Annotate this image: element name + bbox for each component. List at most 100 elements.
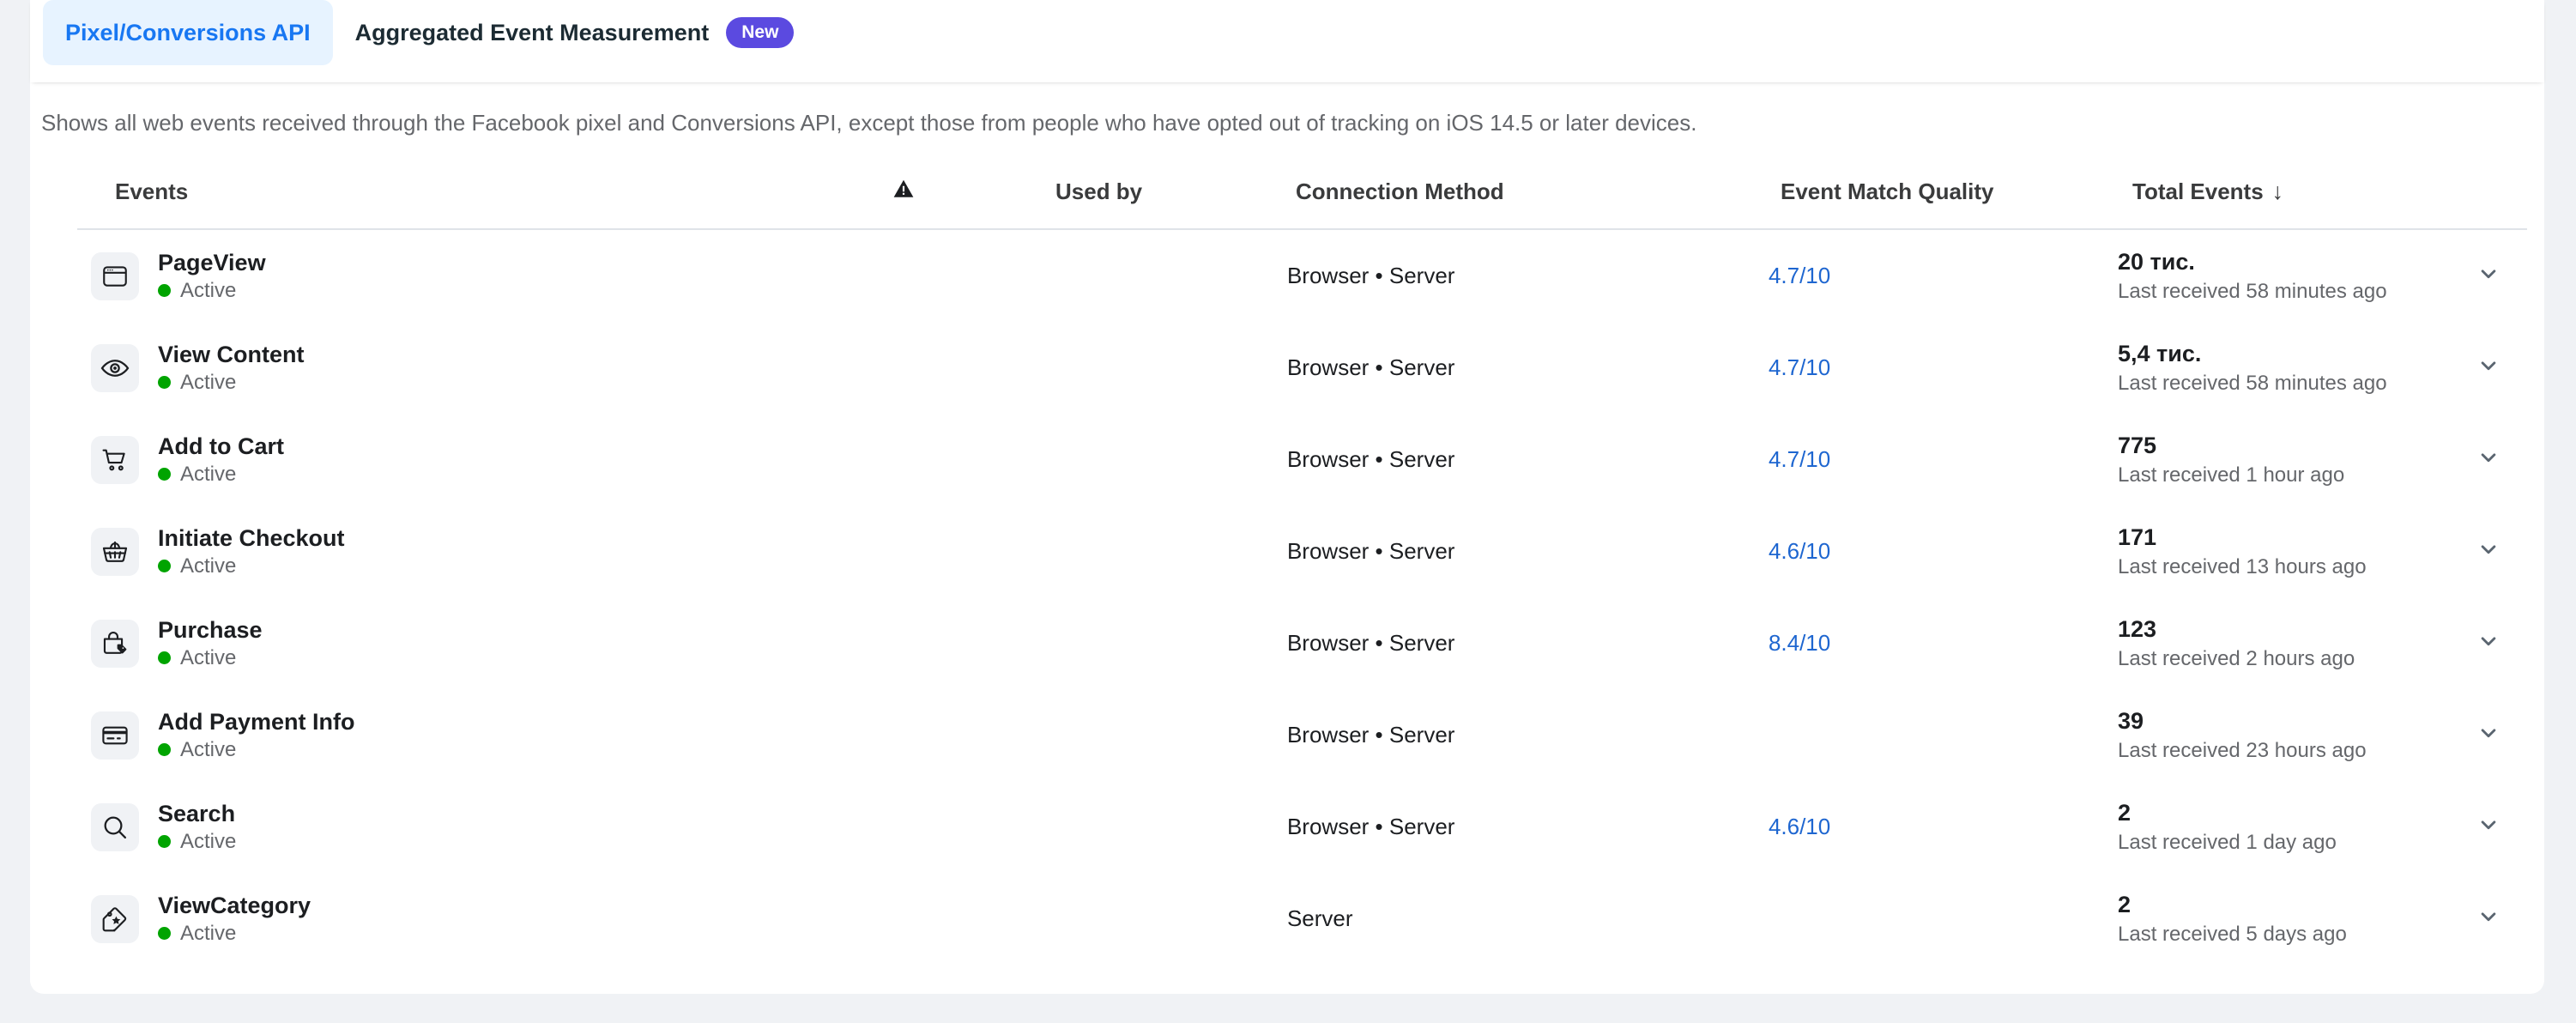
status-label: Active <box>180 278 237 302</box>
event-cell[interactable]: PageView Active <box>77 251 886 300</box>
chevron-down-icon[interactable] <box>2476 628 2501 658</box>
magnifier-icon <box>91 802 139 851</box>
table-row[interactable]: Add to Cart Active Browser • Server 4.7/10 7… <box>77 414 2527 505</box>
shopping-basket-icon <box>91 527 139 576</box>
event-match-quality-link[interactable]: 4.6/10 <box>1769 814 1830 839</box>
chevron-down-icon[interactable] <box>2476 720 2501 750</box>
expand-cell[interactable] <box>2476 536 2527 566</box>
status-badge: Active <box>158 554 345 578</box>
connection-method-cell: Browser • Server <box>1286 538 1455 564</box>
chevron-down-icon[interactable] <box>2476 812 2501 842</box>
total-events-cell: 123 Last received 2 hours ago <box>2118 617 2476 669</box>
status-dot-icon <box>158 284 171 298</box>
expand-cell[interactable] <box>2476 353 2527 383</box>
connection-method-cell: Browser • Server <box>1286 630 1455 656</box>
event-cell[interactable]: Add Payment Info Active <box>77 710 886 760</box>
event-cell[interactable]: Purchase Active <box>77 618 886 668</box>
chevron-down-icon[interactable] <box>2476 904 2501 934</box>
total-events-cell: 39 Last received 23 hours ago <box>2118 709 2476 761</box>
status-badge: Active <box>158 463 284 485</box>
column-header-total-events[interactable]: Total Events ↓ <box>2132 179 2493 205</box>
event-name: ViewCategory <box>158 893 311 919</box>
total-events-value: 2 <box>2118 892 2132 918</box>
event-cell[interactable]: ViewCategory Active <box>77 893 886 943</box>
credit-card-icon <box>91 711 139 760</box>
table-row[interactable]: Purchase Active Browser • Server 8.4/10 123 L… <box>77 597 2527 689</box>
column-header-total-events-label: Total Events <box>2132 178 2264 204</box>
status-badge: Active <box>158 923 311 944</box>
column-header-event-match-quality[interactable]: Event Match Quality <box>1781 179 2132 205</box>
status-label: Active <box>180 554 237 578</box>
event-match-quality-link[interactable]: 8.4/10 <box>1769 630 1830 656</box>
table-header-row: Events Used by Connection Method Event M… <box>77 154 2527 230</box>
event-cell[interactable]: Initiate Checkout Active <box>77 526 886 576</box>
table-row[interactable]: Initiate Checkout Active Browser • Server 4… <box>77 505 2527 597</box>
events-table: Events Used by Connection Method Event M… <box>77 154 2527 965</box>
expand-cell[interactable] <box>2476 720 2527 750</box>
event-cell[interactable]: Add to Cart Active <box>77 434 886 484</box>
event-match-quality-link[interactable]: 4.7/10 <box>1769 263 1830 288</box>
event-name: Purchase <box>158 617 263 644</box>
status-dot-icon <box>158 651 171 665</box>
status-badge: Active <box>158 647 263 669</box>
event-name: PageView <box>158 250 266 276</box>
connection-method-cell: Server <box>1286 905 1353 931</box>
event-name: Initiate Checkout <box>158 525 345 552</box>
table-row[interactable]: ViewCategory Active Server 2 Last received 5… <box>77 873 2527 965</box>
column-header-connection-method[interactable]: Connection Method <box>1296 179 1781 205</box>
status-badge: Active <box>158 737 355 761</box>
total-events-cell: 171 Last received 13 hours ago <box>2118 525 2476 578</box>
table-row[interactable]: View Content Active Browser • Server 4.7/10… <box>77 322 2527 414</box>
status-label: Active <box>180 370 237 394</box>
event-match-quality-cell: 4.7/10 <box>1769 446 2118 473</box>
status-badge: Active <box>158 831 236 852</box>
event-match-quality-cell: 4.7/10 <box>1769 354 2118 381</box>
table-row[interactable]: PageView Active Browser • Server 4.7/10 20 т… <box>77 230 2527 322</box>
column-header-warning[interactable] <box>892 178 1055 206</box>
card-description: Shows all web events received through th… <box>41 110 1697 136</box>
table-row[interactable]: Search Active Browser • Server 4.6/10 2 Last … <box>77 781 2527 873</box>
tab-label: Pixel/Conversions API <box>65 19 311 45</box>
expand-cell[interactable] <box>2476 904 2527 934</box>
expand-cell[interactable] <box>2476 261 2527 291</box>
shopping-bag-tag-icon <box>91 619 139 668</box>
total-events-cell: 2 Last received 1 day ago <box>2118 801 2476 853</box>
column-header-events[interactable]: Events <box>77 179 892 205</box>
status-dot-icon <box>158 468 171 481</box>
column-header-used-by[interactable]: Used by <box>1055 179 1296 205</box>
status-label: Active <box>180 737 237 761</box>
expand-cell[interactable] <box>2476 445 2527 475</box>
tab-label: Aggregated Event Measurement <box>354 19 710 45</box>
eye-icon <box>91 343 139 392</box>
price-tag-star-icon <box>91 894 139 943</box>
chevron-down-icon[interactable] <box>2476 445 2501 475</box>
event-match-quality-link[interactable]: 4.7/10 <box>1769 354 1830 380</box>
event-match-quality-link[interactable]: 4.7/10 <box>1769 446 1830 472</box>
event-cell[interactable]: Search Active <box>77 802 886 851</box>
connection-method-cell: Browser • Server <box>1286 814 1455 839</box>
event-match-quality-link[interactable]: 4.6/10 <box>1769 538 1830 564</box>
expand-cell[interactable] <box>2476 628 2527 658</box>
status-dot-icon <box>158 835 171 849</box>
event-cell[interactable]: View Content Active <box>77 342 886 392</box>
events-card: Shows all web events received through th… <box>30 82 2544 994</box>
tab-pixel-conversions-api[interactable]: Pixel/Conversions API <box>43 0 333 65</box>
new-badge: New <box>726 17 795 48</box>
status-label: Active <box>180 921 237 945</box>
status-badge: Active <box>158 372 305 393</box>
table-row[interactable]: Add Payment Info Active Browser • Server 39… <box>77 689 2527 781</box>
total-events-value: 2 <box>2118 800 2132 826</box>
total-events-value: 5,4 тис. <box>2118 341 2202 367</box>
last-received-label: Last received 58 minutes ago <box>2118 371 2387 395</box>
status-dot-icon <box>158 376 171 390</box>
chevron-down-icon[interactable] <box>2476 261 2501 291</box>
total-events-value: 123 <box>2118 616 2157 643</box>
table-body: PageView Active Browser • Server 4.7/10 20 т… <box>77 230 2527 965</box>
connection-method-cell: Browser • Server <box>1286 354 1455 380</box>
status-dot-icon <box>158 560 171 573</box>
tab-aggregated-event-measurement[interactable]: Aggregated Event Measurement New <box>333 0 817 65</box>
chevron-down-icon[interactable] <box>2476 353 2501 383</box>
expand-cell[interactable] <box>2476 812 2527 842</box>
chevron-down-icon[interactable] <box>2476 536 2501 566</box>
event-match-quality-cell: 4.7/10 <box>1769 263 2118 289</box>
